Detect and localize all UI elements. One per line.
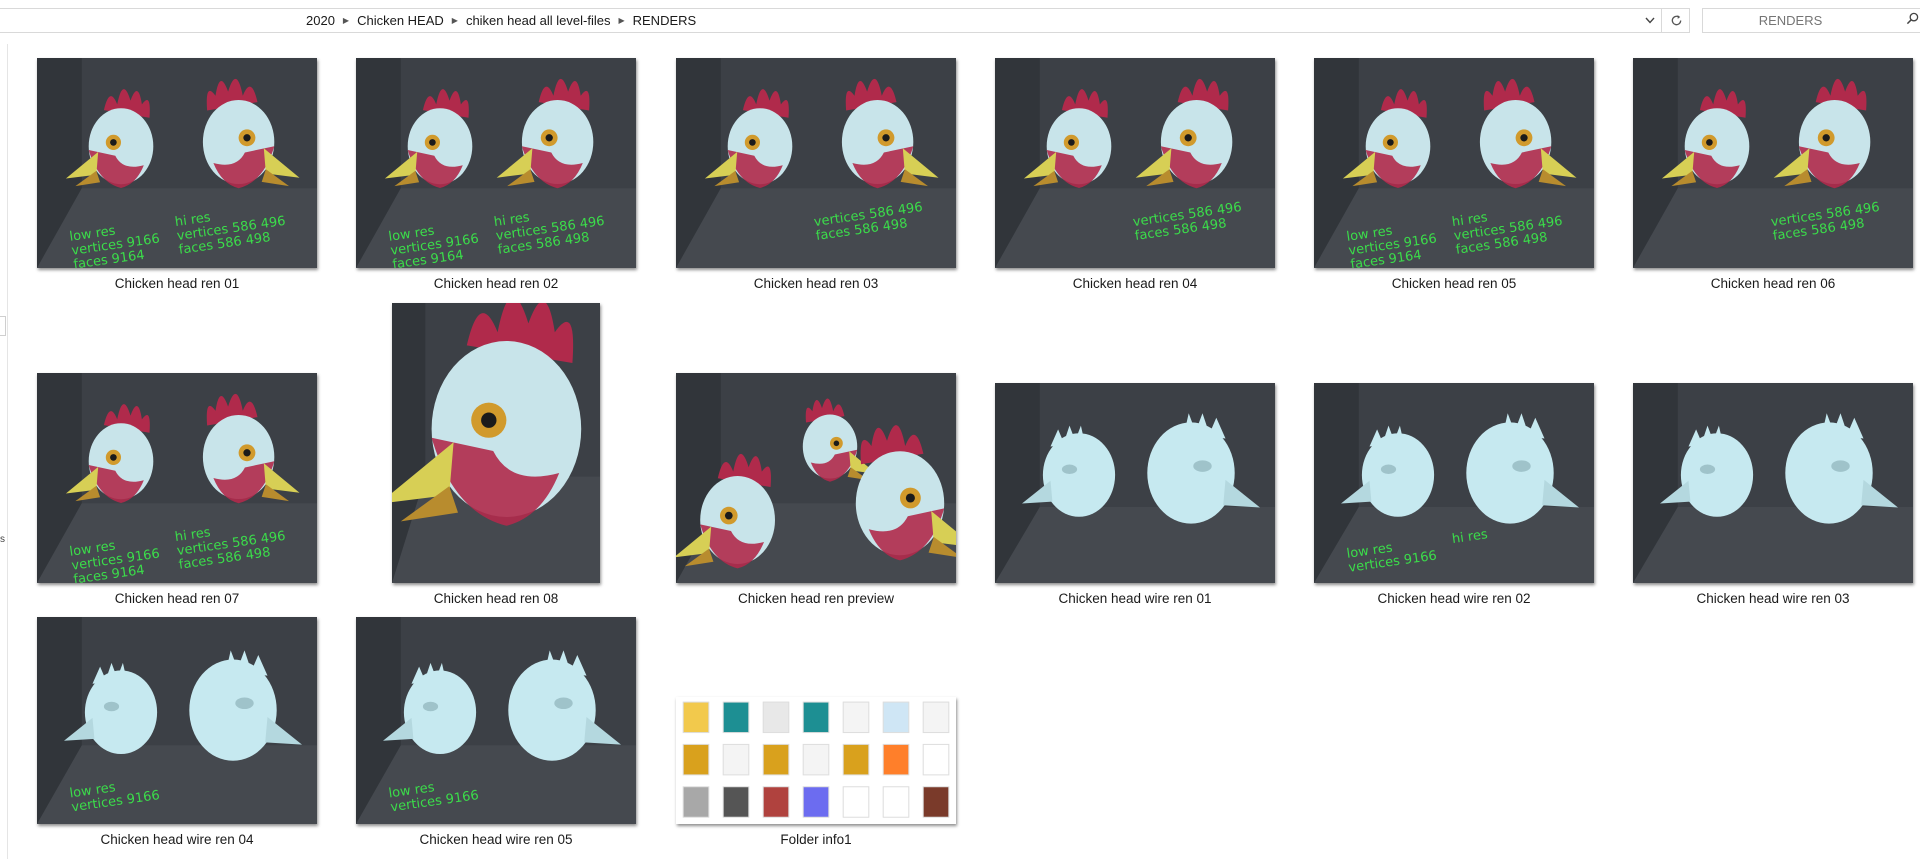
file-tile[interactable]: low res vertices 9166 faces 9164 hi res vert… xyxy=(37,303,317,609)
breadcrumb-renders[interactable]: RENDERS xyxy=(627,13,703,28)
file-icon xyxy=(762,786,790,818)
file-tile[interactable]: Chicken head wire ren 01 xyxy=(995,303,1275,609)
file-tile[interactable]: Chicken head wire ren 03 xyxy=(1633,303,1913,609)
file-icon xyxy=(802,786,830,818)
chevron-right-icon[interactable]: ▶ xyxy=(616,16,626,25)
file-tile[interactable]: low res vertices 9166 Chicken head wire re… xyxy=(37,614,317,850)
chevron-down-icon xyxy=(1645,17,1655,24)
breadcrumb-2020[interactable]: 2020 xyxy=(300,13,341,28)
file-icon xyxy=(842,786,870,818)
file-icon xyxy=(682,701,710,734)
file-name: Chicken head wire ren 03 xyxy=(1696,591,1850,606)
file-tile[interactable]: vertices 586 496 faces 586 498 Chicken hea… xyxy=(1633,56,1913,294)
file-tile[interactable]: vertices 586 496 faces 586 498 Chicken hea… xyxy=(676,56,956,294)
thumbnail: low resvertices 9166faces 9164hi resvert… xyxy=(1314,58,1594,268)
file-icon xyxy=(842,701,870,734)
file-tile[interactable]: low res vertices 9166 faces 9164 hi res vert… xyxy=(356,56,636,294)
file-name: Chicken head ren 04 xyxy=(1072,276,1198,291)
refresh-icon xyxy=(1671,15,1681,26)
search-input[interactable] xyxy=(1703,9,1878,32)
thumbnail: low resvertices 9166 xyxy=(356,617,636,824)
file-icon xyxy=(922,701,950,734)
file-name: Chicken head ren 07 xyxy=(114,591,240,606)
navigation-label-fragment: s xyxy=(0,534,5,545)
thumbnail xyxy=(676,373,956,583)
file-icon xyxy=(882,786,910,818)
file-icon xyxy=(722,743,750,776)
file-name: Chicken head wire ren 04 xyxy=(100,832,254,847)
file-icon xyxy=(922,743,950,776)
navigation-item[interactable] xyxy=(0,316,6,336)
file-icon xyxy=(802,701,830,734)
thumbnail xyxy=(676,697,956,824)
file-icon xyxy=(802,743,830,776)
search-icon[interactable] xyxy=(1906,12,1919,25)
thumbnail xyxy=(995,383,1275,583)
breadcrumb-level-files[interactable]: chiken head all level-files xyxy=(460,13,617,28)
file-tile[interactable]: Chicken head ren 08 xyxy=(356,303,636,609)
file-tile[interactable]: low res vertices 9166 hi res Chicken head w… xyxy=(1314,303,1594,609)
refresh-button[interactable] xyxy=(1661,9,1690,32)
navigation-pane[interactable]: s xyxy=(0,44,8,859)
address-bar[interactable]: 2020 ▶ Chicken HEAD ▶ chiken head all le… xyxy=(0,8,1690,33)
file-name: Chicken head ren 02 xyxy=(433,276,559,291)
thumbnail: vertices 586 496faces 586 498 xyxy=(1633,58,1913,268)
file-name: Chicken head ren 01 xyxy=(114,276,240,291)
file-icon xyxy=(922,786,950,818)
file-icon xyxy=(842,743,870,776)
file-tile[interactable]: low res vertices 9166 Chicken head wire re… xyxy=(356,614,636,850)
thumbnail: low resvertices 9166hi res xyxy=(1314,383,1594,583)
file-icon xyxy=(762,701,790,734)
thumbnail: low resvertices 9166faces 9164hi resvert… xyxy=(37,373,317,583)
file-icon xyxy=(762,743,790,776)
file-icon xyxy=(722,701,750,734)
thumbnail xyxy=(1633,383,1913,583)
thumbnail xyxy=(392,303,600,583)
thumbnail: low resvertices 9166 xyxy=(37,617,317,824)
file-name: Chicken head ren 06 xyxy=(1710,276,1836,291)
file-icon xyxy=(722,786,750,818)
file-icon xyxy=(682,743,710,776)
file-name: Chicken head wire ren 05 xyxy=(419,832,573,847)
file-tile[interactable]: Folder info1 xyxy=(676,614,956,850)
breadcrumb-chicken-head[interactable]: Chicken HEAD xyxy=(351,13,450,28)
thumbnail: vertices 586 496faces 586 498 xyxy=(995,58,1275,268)
file-icon xyxy=(882,743,910,776)
thumbnail: low resvertices 9166faces 9164hi resvert… xyxy=(37,58,317,268)
file-tile[interactable]: vertices 586 496 faces 586 498 Chicken hea… xyxy=(995,56,1275,294)
file-tile[interactable]: Chicken head ren preview xyxy=(676,303,956,609)
toolbar: 2020 ▶ Chicken HEAD ▶ chiken head all le… xyxy=(0,0,1920,40)
file-name: Chicken head ren 03 xyxy=(753,276,879,291)
file-tile[interactable]: low res vertices 9166 faces 9164 hi res vert… xyxy=(37,56,317,294)
file-name: Chicken head ren preview xyxy=(737,591,895,606)
file-name: Chicken head wire ren 01 xyxy=(1058,591,1212,606)
history-dropdown-button[interactable] xyxy=(1640,9,1660,32)
search-box[interactable] xyxy=(1702,8,1920,33)
file-name: Chicken head wire ren 02 xyxy=(1377,591,1531,606)
chevron-right-icon[interactable]: ▶ xyxy=(341,16,351,25)
thumbnail: vertices 586 496faces 586 498 xyxy=(676,58,956,268)
file-name: Chicken head ren 08 xyxy=(433,591,559,606)
file-icon xyxy=(682,786,710,818)
breadcrumb: 2020 ▶ Chicken HEAD ▶ chiken head all le… xyxy=(300,9,702,32)
file-name: Chicken head ren 05 xyxy=(1391,276,1517,291)
chevron-right-icon[interactable]: ▶ xyxy=(450,16,460,25)
file-name: Folder info1 xyxy=(780,832,852,847)
file-icon xyxy=(882,701,910,734)
thumbnail: low resvertices 9166faces 9164hi resvert… xyxy=(356,58,636,268)
file-tile[interactable]: low res vertices 9166 faces 9164 hi res vert… xyxy=(1314,56,1594,294)
